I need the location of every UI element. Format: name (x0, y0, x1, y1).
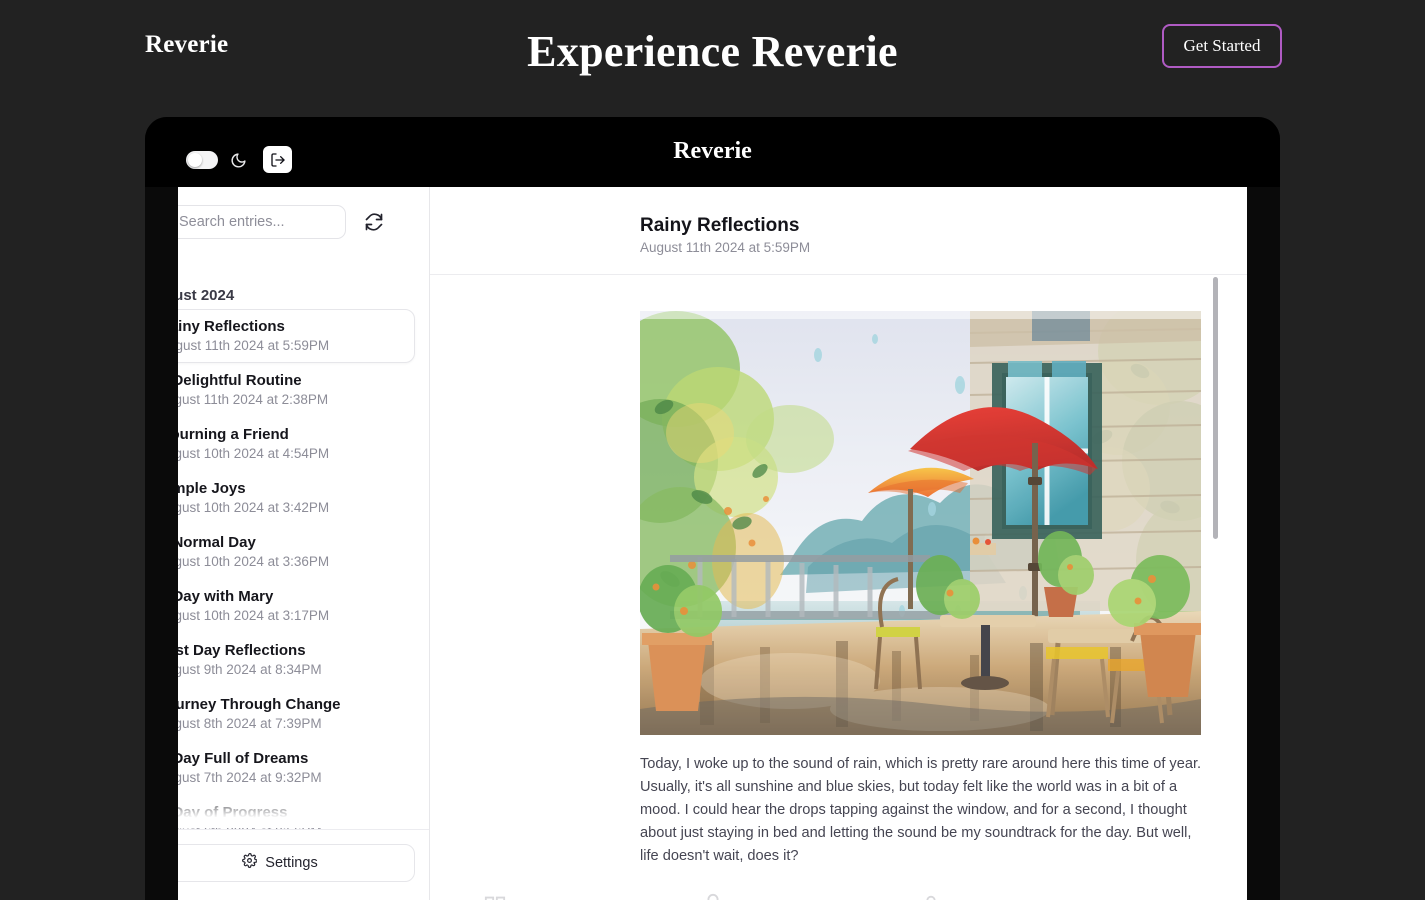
app-window: Reverie Search entries... st 2024 iny Re… (145, 117, 1280, 900)
entry-date: August 10th 2024 at 3:42PM (178, 500, 330, 515)
list-item[interactable]: A Normal Day August 10th 2024 at 3:36PM (178, 526, 415, 580)
entry-detail-date: August 11th 2024 at 5:59PM (640, 240, 811, 255)
get-started-button[interactable]: Get Started (1162, 24, 1282, 68)
entry-date: August 7th 2024 at 9:32PM (178, 770, 322, 785)
search-input[interactable] (179, 214, 339, 230)
list-item[interactable]: Last Day Reflections August 9th 2024 at … (178, 634, 415, 688)
entry-date: August 10th 2024 at 4:54PM (178, 446, 330, 461)
entry-date: August 9th 2024 at 8:34PM (178, 662, 322, 677)
refresh-button[interactable] (364, 212, 384, 232)
app-titlebar: Reverie (145, 117, 1280, 187)
entry-date: August 11th 2024 at 5:59PM (178, 338, 330, 353)
app-title: Reverie (673, 138, 752, 164)
scrollbar-thumb[interactable] (1213, 277, 1218, 539)
entry-title: A Day of Progress (178, 804, 288, 821)
sidebar: August 2024 Rainy Reflections August 11t… (178, 187, 430, 900)
refresh-icon (365, 213, 383, 231)
search-box[interactable] (178, 205, 346, 239)
entry-detail-title: Rainy Reflections (640, 215, 800, 236)
main-header: Rainy Reflections August 11th 2024 at 5:… (430, 187, 1247, 275)
list-item[interactable]: Journey Through Change August 8th 2024 a… (178, 688, 415, 742)
entry-list[interactable]: Rainy Reflections August 11th 2024 at 5:… (178, 309, 429, 829)
entry-title: Journey Through Change (178, 696, 341, 713)
entry-title: Mourning a Friend (178, 426, 289, 443)
settings-button[interactable]: Settings (178, 844, 415, 882)
month-group-label: August 2024 (178, 287, 235, 304)
entry-date: August 11th 2024 at 2:38PM (178, 392, 329, 407)
gear-icon (242, 853, 258, 873)
entry-body-scroll[interactable]: Today, I woke up to the sound of rain, w… (430, 275, 1247, 900)
entry-title: A Delightful Routine (178, 372, 302, 389)
entry-illustration (640, 311, 1201, 735)
entry-title: A Day Full of Dreams (178, 750, 309, 767)
entry-title: A Normal Day (178, 534, 256, 551)
main-content: Rainy Reflections August 11th 2024 at 5:… (430, 187, 1247, 900)
list-item[interactable]: A Day with Mary August 10th 2024 at 3:17… (178, 580, 415, 634)
list-item[interactable]: A Day Full of Dreams August 7th 2024 at … (178, 742, 415, 796)
entry-title: Simple Joys (178, 480, 246, 497)
sidebar-divider (178, 829, 429, 830)
landing-header: Reverie Experience Reverie Get Started (0, 0, 1425, 110)
entry-title: Rainy Reflections (178, 318, 285, 335)
settings-label: Settings (265, 855, 318, 871)
sidebar-search-row (178, 187, 429, 247)
entry-date: August 10th 2024 at 3:36PM (178, 554, 330, 569)
list-item[interactable]: Rainy Reflections August 11th 2024 at 5:… (178, 309, 415, 363)
entry-title: Last Day Reflections (178, 642, 306, 659)
list-item[interactable]: Mourning a Friend August 10th 2024 at 4:… (178, 418, 415, 472)
entry-date: August 8th 2024 at 7:39PM (178, 716, 322, 731)
app-surface: August 2024 Rainy Reflections August 11t… (178, 187, 1247, 900)
entry-body-text: Today, I woke up to the sound of rain, w… (640, 756, 1202, 864)
list-item[interactable]: A Day of Progress August 6th 2024 at 8:5… (178, 796, 415, 829)
entry-date: August 10th 2024 at 3:17PM (178, 608, 330, 623)
list-item[interactable]: A Delightful Routine August 11th 2024 at… (178, 364, 415, 418)
list-item[interactable]: Simple Joys August 10th 2024 at 3:42PM (178, 472, 415, 526)
entry-title: A Day with Mary (178, 588, 274, 605)
